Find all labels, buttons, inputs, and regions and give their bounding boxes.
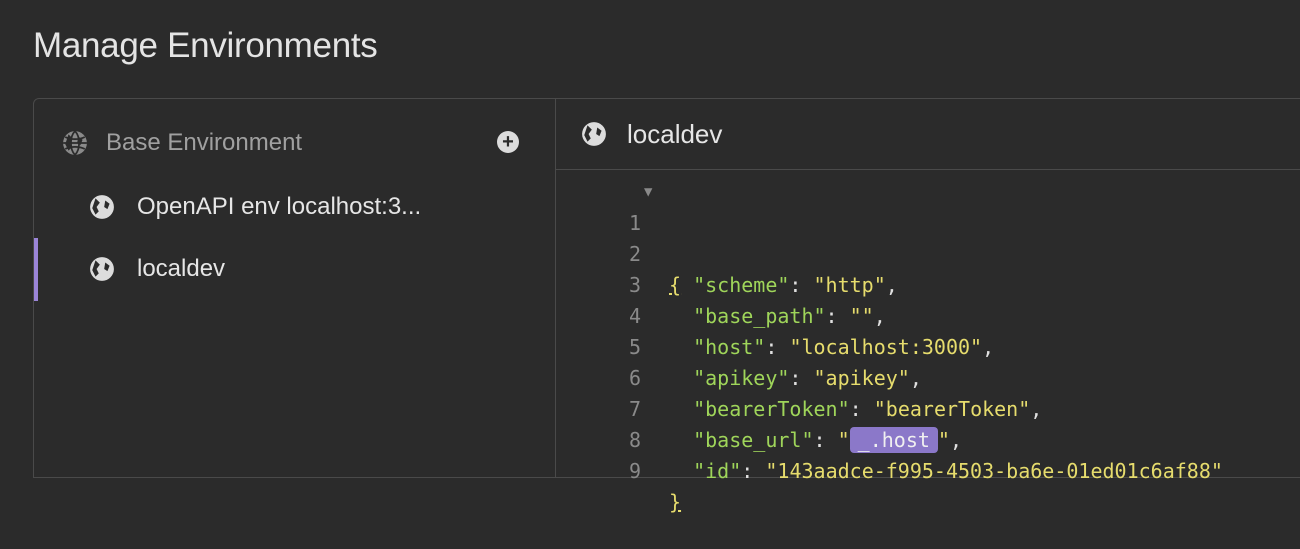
code-line: 1 ▼ { (556, 177, 1300, 297)
globe-icon (581, 121, 607, 147)
code-line: 8 "id": "143aadce-f995-4503-ba6e-01ed01c… (556, 394, 1300, 483)
globe-icon (89, 194, 115, 220)
close-brace: } (669, 490, 682, 514)
json-value: "143aadce-f995-4503-ba6e-01ed01c6af88" (765, 459, 1223, 483)
code-line: 3 "base_path": "", (556, 239, 1300, 328)
code-line: 7 "base_url": " _.host ", (556, 363, 1300, 453)
code-line: 5 "apikey": "apikey", (556, 301, 1300, 390)
base-environment-item[interactable]: Base Environment (62, 123, 302, 163)
sidebar-item-label: localdev (137, 255, 226, 282)
json-key: "id" (693, 459, 742, 483)
add-environment-button[interactable]: + (497, 131, 519, 153)
json-editor[interactable]: 1 ▼ { 2 "scheme": "http", 3 "base_path":… (556, 177, 1300, 514)
environments-panel: Base Environment + OpenAPI env localhost… (33, 98, 1300, 514)
sidebar-item-openapi-env[interactable]: OpenAPI env localhost:3... (89, 187, 421, 227)
editor-header: localdev (556, 99, 1300, 170)
code-line: 2 "scheme": "http", (556, 208, 1300, 297)
sidebar-item-localdev[interactable]: localdev (89, 249, 225, 289)
base-environment-label: Base Environment (106, 129, 303, 156)
fold-arrow-icon[interactable]: ▼ (644, 177, 652, 208)
globe-icon (62, 130, 88, 156)
code-line: 4 "host": "localhost:3000", (556, 270, 1300, 359)
active-indicator (34, 238, 38, 301)
code-line: 9 } (556, 425, 1300, 514)
sidebar-item-label: OpenAPI env localhost:3... (137, 193, 422, 220)
environment-sidebar: Base Environment + OpenAPI env localhost… (34, 99, 556, 477)
json-sep: : (741, 459, 766, 483)
globe-icon (89, 256, 115, 282)
environment-name[interactable]: localdev (627, 119, 722, 150)
line-number: 9 (628, 459, 641, 483)
code-line: 6 "bearerToken": "bearerToken", (556, 332, 1300, 421)
page-title: Manage Environments (33, 26, 378, 65)
